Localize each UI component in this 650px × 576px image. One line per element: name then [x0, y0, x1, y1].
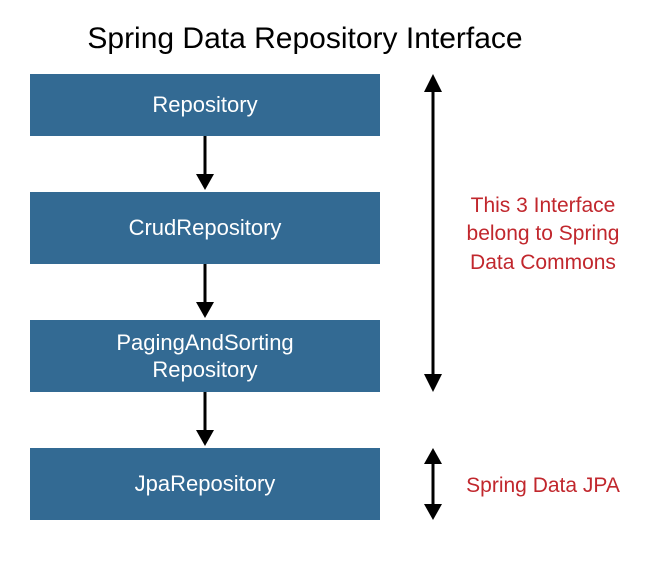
box-label: JpaRepository — [135, 470, 276, 498]
bracket-arrow-commons — [418, 74, 448, 397]
box-jpa-repository: JpaRepository — [30, 448, 380, 520]
arrow-down-icon — [190, 392, 220, 448]
box-paging-sorting-repository: PagingAndSorting Repository — [30, 320, 380, 392]
annotation-jpa: Spring Data JPA — [458, 472, 628, 500]
box-label: PagingAndSorting Repository — [116, 329, 293, 384]
annotation-text: Spring Data JPA — [466, 474, 620, 497]
arrow-down-2 — [30, 264, 380, 320]
double-arrow-icon — [418, 448, 448, 520]
arrow-down-icon — [190, 264, 220, 320]
diagram-title: Spring Data Repository Interface — [0, 0, 650, 74]
annotation-commons: This 3 Interface belong to Spring Data C… — [458, 192, 628, 277]
box-label: CrudRepository — [129, 214, 282, 242]
arrow-down-3 — [30, 392, 380, 448]
double-arrow-icon — [418, 74, 448, 392]
box-label: Repository — [152, 91, 257, 119]
box-crud-repository: CrudRepository — [30, 192, 380, 264]
arrow-down-icon — [190, 136, 220, 192]
annotation-text: This 3 Interface belong to Spring Data C… — [467, 194, 620, 274]
arrow-down-1 — [30, 136, 380, 192]
boxes-column: Repository CrudRepository PagingAndSorti… — [30, 74, 380, 520]
bracket-arrow-jpa — [418, 448, 448, 525]
box-repository: Repository — [30, 74, 380, 136]
